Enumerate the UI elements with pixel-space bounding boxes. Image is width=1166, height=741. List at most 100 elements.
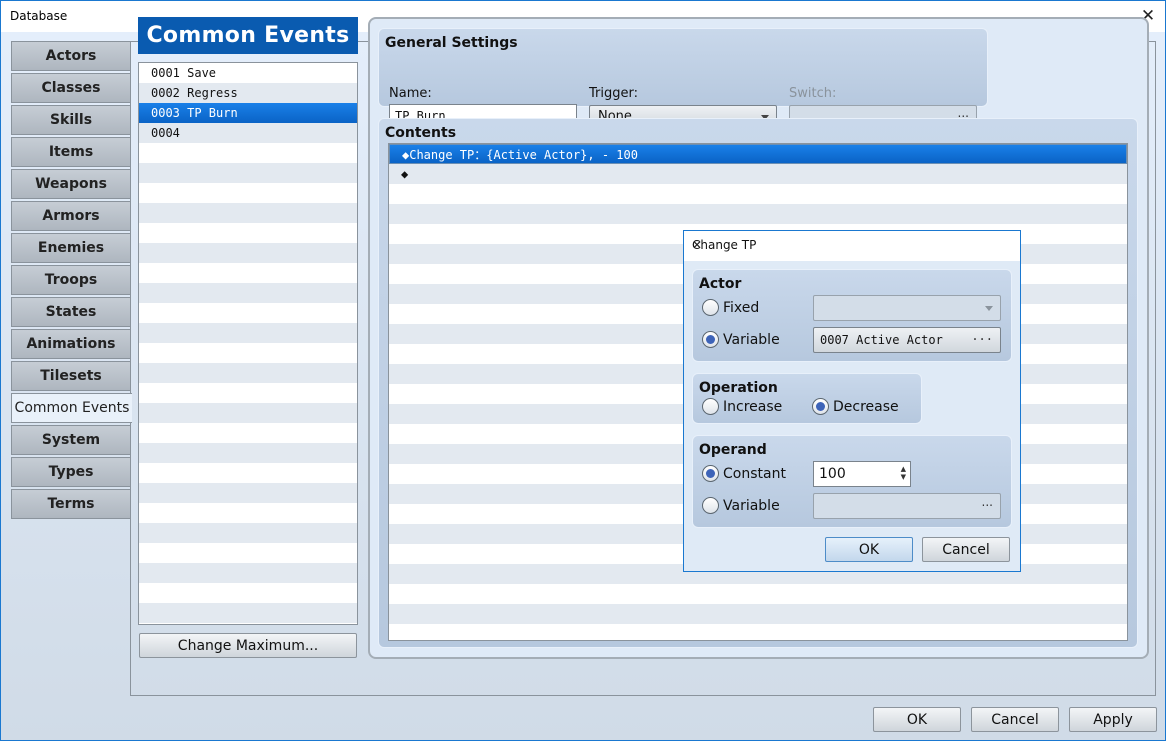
tab-types[interactable]: Types: [11, 457, 130, 487]
command-row[interactable]: ◆: [389, 164, 1127, 184]
list-item[interactable]: 0001 Save: [139, 63, 357, 83]
actor-title: Actor: [699, 276, 742, 292]
dialog-close-icon[interactable]: ✕: [692, 238, 1013, 252]
radio-icon: [702, 497, 719, 514]
dialog-cancel-button[interactable]: Cancel: [922, 537, 1010, 562]
general-settings-title: General Settings: [385, 35, 518, 51]
radio-icon: [702, 331, 719, 348]
list-item[interactable]: [139, 403, 357, 423]
operand-variable-label: Variable: [723, 497, 780, 514]
constant-label: Constant: [723, 465, 786, 482]
list-item[interactable]: 0003 TP Burn: [139, 103, 357, 123]
tab-actors[interactable]: Actors: [11, 41, 130, 71]
actor-fixed-radio[interactable]: Fixed: [702, 299, 759, 316]
change-maximum-button[interactable]: Change Maximum...: [139, 633, 357, 658]
change-tp-dialog: Change TP ✕ Actor Fixed Variable 0007 Ac…: [683, 230, 1021, 572]
common-events-header: Common Events: [138, 17, 358, 54]
tab-classes[interactable]: Classes: [11, 73, 130, 103]
dialog-title-bar: Change TP ✕: [684, 231, 1020, 261]
window-title: Database: [10, 9, 68, 23]
actor-variable-radio[interactable]: Variable: [702, 331, 780, 348]
decrease-radio[interactable]: Decrease: [812, 398, 899, 415]
command-row[interactable]: ◆Change TP：{Active Actor}, - 100: [389, 144, 1127, 164]
actor-variable-select[interactable]: 0007 Active Actor ···: [813, 327, 1001, 353]
list-item[interactable]: [139, 263, 357, 283]
ok-button[interactable]: OK: [873, 707, 961, 732]
radio-icon: [702, 299, 719, 316]
tab-items[interactable]: Items: [11, 137, 130, 167]
category-tabs: Actors Classes Skills Items Weapons Armors Ene…: [11, 41, 132, 521]
list-item[interactable]: [139, 543, 357, 563]
list-item[interactable]: [139, 363, 357, 383]
list-item[interactable]: [139, 203, 357, 223]
cancel-button[interactable]: Cancel: [971, 707, 1059, 732]
tab-enemies[interactable]: Enemies: [11, 233, 130, 263]
operand-variable-select[interactable]: ···: [813, 493, 1001, 519]
tab-terms[interactable]: Terms: [11, 489, 130, 519]
actor-fixed-select[interactable]: [813, 295, 1001, 321]
command-row[interactable]: [389, 624, 1127, 640]
tab-tilesets[interactable]: Tilesets: [11, 361, 130, 391]
command-row[interactable]: [389, 584, 1127, 604]
common-events-list[interactable]: 0001 Save 0002 Regress 0003 TP Burn 0004: [138, 62, 358, 625]
operation-title: Operation: [699, 380, 778, 396]
list-item[interactable]: [139, 383, 357, 403]
constant-spinbox[interactable]: 100 ▲ ▼: [813, 461, 911, 487]
radio-icon: [702, 465, 719, 482]
general-settings-group: General Settings: [378, 28, 988, 107]
list-item[interactable]: [139, 603, 357, 623]
actor-fixed-label: Fixed: [723, 299, 760, 316]
list-item[interactable]: [139, 583, 357, 603]
list-item[interactable]: [139, 423, 357, 443]
command-row[interactable]: [389, 604, 1127, 624]
tab-armors[interactable]: Armors: [11, 201, 130, 231]
tab-states[interactable]: States: [11, 297, 130, 327]
tab-animations[interactable]: Animations: [11, 329, 130, 359]
list-item[interactable]: [139, 463, 357, 483]
list-item[interactable]: [139, 183, 357, 203]
radio-icon: [812, 398, 829, 415]
command-row[interactable]: [389, 204, 1127, 224]
radio-icon: [702, 398, 719, 415]
database-window: Database ✕ Actors Classes Skills Items Weapo…: [0, 0, 1166, 741]
list-item[interactable]: [139, 483, 357, 503]
list-item[interactable]: [139, 323, 357, 343]
list-item[interactable]: [139, 283, 357, 303]
list-item[interactable]: [139, 443, 357, 463]
actor-variable-value: 0007 Active Actor: [820, 333, 943, 347]
constant-value: 100: [819, 466, 846, 482]
tab-skills[interactable]: Skills: [11, 105, 130, 135]
operand-title: Operand: [699, 442, 767, 458]
operand-constant-radio[interactable]: Constant: [702, 465, 786, 482]
dialog-ok-button[interactable]: OK: [825, 537, 913, 562]
list-item[interactable]: [139, 223, 357, 243]
operand-variable-radio[interactable]: Variable: [702, 497, 780, 514]
apply-button[interactable]: Apply: [1069, 707, 1157, 732]
ellipsis-icon: ···: [981, 498, 993, 513]
list-item[interactable]: [139, 163, 357, 183]
list-item[interactable]: [139, 503, 357, 523]
increase-radio[interactable]: Increase: [702, 398, 782, 415]
list-item[interactable]: [139, 563, 357, 583]
chevron-down-icon: [985, 306, 993, 311]
list-item[interactable]: [139, 303, 357, 323]
ellipsis-icon: ···: [971, 332, 993, 347]
list-item[interactable]: [139, 343, 357, 363]
tab-troops[interactable]: Troops: [11, 265, 130, 295]
list-item[interactable]: [139, 143, 357, 163]
tab-weapons[interactable]: Weapons: [11, 169, 130, 199]
increase-label: Increase: [723, 398, 783, 415]
tab-system[interactable]: System: [11, 425, 130, 455]
trigger-label: Trigger:: [589, 86, 638, 101]
contents-title: Contents: [385, 125, 457, 141]
list-item[interactable]: 0002 Regress: [139, 83, 357, 103]
decrease-label: Decrease: [833, 398, 899, 415]
list-item[interactable]: [139, 243, 357, 263]
actor-variable-label: Variable: [723, 331, 780, 348]
tab-common-events[interactable]: Common Events: [11, 393, 132, 423]
name-label: Name:: [389, 86, 432, 101]
command-row[interactable]: [389, 184, 1127, 204]
spin-arrows-icon[interactable]: ▲ ▼: [901, 465, 906, 481]
list-item[interactable]: [139, 523, 357, 543]
list-item[interactable]: 0004: [139, 123, 357, 143]
